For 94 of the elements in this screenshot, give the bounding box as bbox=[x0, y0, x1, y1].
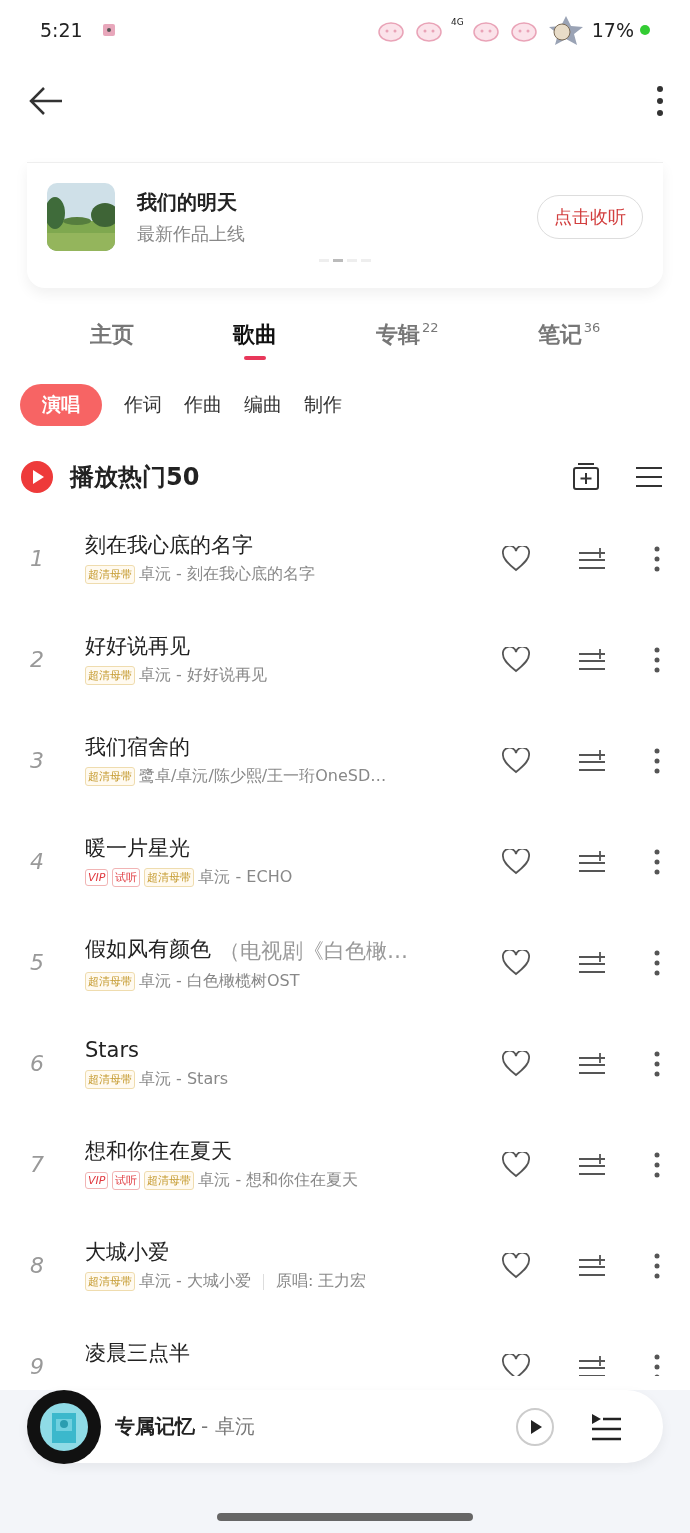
role-filter-chip[interactable]: 制作 bbox=[304, 384, 342, 426]
rank-number: 5 bbox=[30, 950, 45, 976]
song-title: 假如风有颜色 bbox=[85, 937, 211, 963]
quality-tag: 超清母带 bbox=[144, 868, 195, 887]
listen-button[interactable]: 点击收听 bbox=[537, 195, 643, 239]
rank-number: 4 bbox=[30, 849, 45, 875]
song-artist-album: 卓沅 - 白色橄榄树OST bbox=[139, 971, 300, 992]
more-options-icon[interactable] bbox=[654, 1152, 660, 1178]
charging-dot bbox=[640, 25, 650, 35]
rank-number: 2 bbox=[30, 647, 45, 673]
song-artist-album: 卓沅 - 好好说再见 bbox=[139, 665, 267, 686]
heart-icon[interactable] bbox=[502, 950, 530, 976]
heart-icon[interactable] bbox=[502, 1253, 530, 1279]
add-to-queue-icon[interactable] bbox=[578, 749, 606, 773]
add-to-queue-icon[interactable] bbox=[578, 1254, 606, 1278]
heart-icon[interactable] bbox=[502, 546, 530, 572]
song-artist-album: 卓沅 - 想和你住在夏天 bbox=[198, 1170, 359, 1191]
heart-icon[interactable] bbox=[502, 1354, 530, 1376]
heart-icon[interactable] bbox=[502, 1051, 530, 1077]
heart-icon[interactable] bbox=[502, 748, 530, 774]
add-to-playlist-icon[interactable] bbox=[572, 463, 600, 491]
tab[interactable]: 主页 bbox=[89, 320, 134, 380]
tab[interactable]: 笔记$^{36}$ bbox=[537, 320, 601, 380]
song-title: 好好说再见 bbox=[85, 634, 190, 659]
song-title: 想和你住在夏天 bbox=[85, 1139, 232, 1164]
more-options-icon[interactable] bbox=[654, 1354, 660, 1376]
rank-number: 9 bbox=[30, 1354, 45, 1376]
song-artist-album: 卓沅 - 刻在我心底的名字 bbox=[139, 564, 315, 585]
app-notification-icon bbox=[102, 24, 115, 36]
tab[interactable]: 歌曲 bbox=[232, 320, 277, 380]
promo-subtitle: 最新作品上线 bbox=[137, 221, 246, 246]
quality-tag: 超清母带 bbox=[85, 666, 135, 685]
rank-number: 3 bbox=[30, 748, 45, 774]
song-artist-album: 鹭卓/卓沅/陈少熙/王一珩OneSD… bbox=[139, 766, 387, 787]
add-to-queue-icon[interactable] bbox=[578, 547, 606, 571]
list-title: 播放热门50 bbox=[70, 462, 201, 493]
heart-icon[interactable] bbox=[502, 1152, 530, 1178]
mini-player-bar[interactable]: 专属记忆 - 卓沅 bbox=[27, 1390, 663, 1463]
back-arrow-icon[interactable] bbox=[28, 86, 64, 116]
play-icon[interactable] bbox=[515, 1406, 555, 1447]
song-title: 凌晨三点半 bbox=[85, 1341, 190, 1366]
role-filter-chip[interactable]: 作词 bbox=[124, 384, 162, 426]
trial-tag: 试听 bbox=[112, 868, 141, 887]
more-options-icon[interactable] bbox=[654, 748, 660, 774]
battery-level: 17% bbox=[591, 19, 634, 41]
vip-tag: VIP bbox=[85, 1172, 109, 1189]
song-title: 我们宿舍的 bbox=[85, 735, 190, 760]
playlist-icon[interactable] bbox=[591, 1412, 621, 1441]
more-options-icon[interactable] bbox=[656, 85, 664, 117]
network-type: 4G bbox=[451, 17, 464, 27]
menu-icon[interactable] bbox=[636, 466, 662, 488]
more-options-icon[interactable] bbox=[654, 1253, 660, 1279]
song-title-note: （电视剧《白色橄… bbox=[219, 938, 408, 965]
song-artist-album: 卓沅 - 大城小爱 bbox=[139, 1271, 251, 1292]
song-artist-album: 卓沅 - Stars bbox=[139, 1069, 229, 1090]
add-to-queue-icon[interactable] bbox=[578, 1052, 606, 1076]
song-artist-album: 卓沅 - ECHO bbox=[198, 867, 293, 888]
current-song-artist: - 卓沅 bbox=[201, 1413, 256, 1440]
quality-tag: 超清母带 bbox=[85, 767, 135, 786]
add-to-queue-icon[interactable] bbox=[578, 850, 606, 874]
song-title: 刻在我心底的名字 bbox=[85, 533, 253, 558]
rank-number: 6 bbox=[30, 1051, 45, 1077]
add-to-queue-icon[interactable] bbox=[578, 648, 606, 672]
vip-tag: VIP bbox=[85, 869, 109, 886]
more-options-icon[interactable] bbox=[654, 546, 660, 572]
add-to-queue-icon[interactable] bbox=[578, 1355, 606, 1376]
rank-number: 1 bbox=[30, 546, 45, 572]
song-title: Stars bbox=[85, 1038, 139, 1063]
original-singer: 原唱: 王力宏 bbox=[275, 1271, 367, 1292]
current-song-title: 专属记忆 bbox=[115, 1413, 195, 1440]
quality-tag: 超清母带 bbox=[85, 565, 135, 584]
heart-icon[interactable] bbox=[502, 849, 530, 875]
song-title: 暖一片星光 bbox=[85, 836, 190, 861]
add-to-queue-icon[interactable] bbox=[578, 951, 606, 975]
trial-tag: 试听 bbox=[112, 1171, 141, 1190]
more-options-icon[interactable] bbox=[654, 950, 660, 976]
rank-number: 7 bbox=[30, 1152, 45, 1178]
tab[interactable]: 专辑$^{22}$ bbox=[376, 320, 439, 380]
promo-title: 我们的明天 bbox=[137, 188, 238, 216]
quality-tag: 超清母带 bbox=[85, 1272, 135, 1291]
quality-tag: 超清母带 bbox=[144, 1171, 195, 1190]
heart-icon[interactable] bbox=[502, 647, 530, 673]
rank-number: 8 bbox=[30, 1253, 45, 1279]
more-options-icon[interactable] bbox=[654, 849, 660, 875]
play-all-icon[interactable] bbox=[20, 460, 54, 494]
role-filter-chip[interactable]: 作曲 bbox=[184, 384, 222, 426]
song-title: 大城小爱 bbox=[85, 1240, 169, 1265]
more-options-icon[interactable] bbox=[654, 1051, 660, 1077]
add-to-queue-icon[interactable] bbox=[578, 1153, 606, 1177]
quality-tag: 超清母带 bbox=[85, 1070, 135, 1089]
quality-tag: 超清母带 bbox=[85, 972, 135, 991]
more-options-icon[interactable] bbox=[654, 647, 660, 673]
role-filter-chip[interactable]: 编曲 bbox=[244, 384, 282, 426]
clock-time: 5:21 bbox=[40, 19, 83, 41]
